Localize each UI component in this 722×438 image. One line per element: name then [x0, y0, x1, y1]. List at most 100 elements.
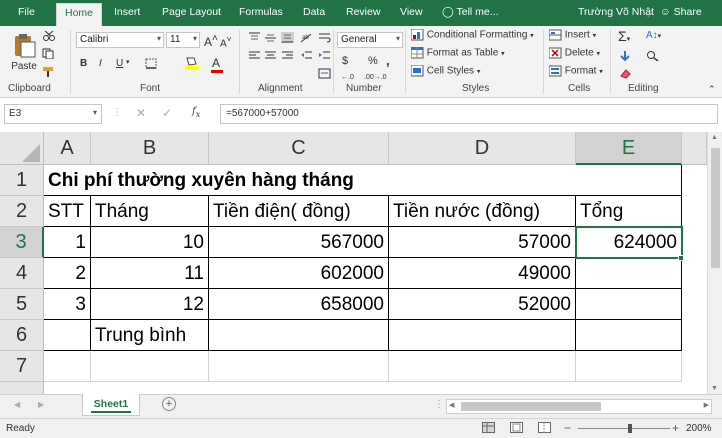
scroll-up-icon[interactable]: ▲	[711, 134, 718, 141]
increase-decimal-button[interactable]: ←.0	[341, 74, 354, 81]
font-name-select[interactable]: Calibri ▾	[76, 32, 164, 48]
underline-button[interactable]: U	[116, 58, 123, 69]
vertical-scrollbar[interactable]: ▲ ▼	[707, 132, 722, 394]
cell-c6[interactable]	[209, 320, 389, 351]
prev-sheet-icon[interactable]: ◀	[14, 400, 20, 409]
tell-me-box[interactable]: ◯ Tell me...	[442, 6, 499, 18]
cell-c7[interactable]	[209, 351, 389, 382]
chevron-down-icon[interactable]: ▾	[126, 58, 130, 66]
align-right-icon[interactable]	[281, 50, 294, 61]
zoom-in-icon[interactable]: +	[672, 421, 679, 435]
merge-center-icon[interactable]	[318, 68, 331, 79]
tab-view[interactable]: View	[400, 6, 423, 18]
zoom-slider-track[interactable]	[578, 428, 670, 429]
tab-formulas[interactable]: Formulas	[239, 6, 283, 18]
vertical-scroll-thumb[interactable]	[711, 148, 720, 268]
copy-icon[interactable]	[42, 48, 55, 59]
row-header-8[interactable]	[0, 382, 44, 394]
insert-cells-button[interactable]: Insert ▾	[549, 29, 596, 41]
cell-b4[interactable]: 11	[91, 258, 209, 289]
select-all-corner[interactable]	[0, 132, 44, 165]
cell-b7[interactable]	[91, 351, 209, 382]
collapse-ribbon-icon[interactable]: ⌃	[708, 84, 716, 95]
cell-d5[interactable]: 52000	[389, 289, 576, 320]
font-size-select[interactable]: 11 ▾	[166, 32, 200, 48]
cell-d3[interactable]: 57000	[389, 227, 576, 258]
paste-button[interactable]: Paste	[8, 32, 40, 72]
scroll-left-icon[interactable]: ◀	[449, 401, 454, 409]
format-as-table-button[interactable]: Format as Table ▾	[411, 47, 505, 59]
cell-b2[interactable]: Tháng	[91, 196, 209, 227]
number-format-select[interactable]: General ▾	[337, 32, 403, 48]
cell-b6[interactable]: Trung bình	[91, 320, 209, 351]
find-select-icon[interactable]	[646, 50, 659, 61]
cell-e6[interactable]	[576, 320, 682, 351]
format-cells-button[interactable]: Format ▾	[549, 65, 603, 77]
column-header-c[interactable]: C	[209, 132, 389, 165]
cell-c3[interactable]: 567000	[209, 227, 389, 258]
cell-d2[interactable]: Tiền nước (đồng)	[389, 196, 576, 227]
cell-e4[interactable]	[576, 258, 682, 289]
cell-d7[interactable]	[389, 351, 576, 382]
currency-button[interactable]: $	[342, 55, 348, 67]
row-header-7[interactable]: 7	[0, 351, 44, 382]
cancel-icon[interactable]: ✕	[136, 106, 146, 120]
cell-e5[interactable]	[576, 289, 682, 320]
cell-a4[interactable]: 2	[44, 258, 91, 289]
sheet-tab-sheet1[interactable]: Sheet1	[82, 394, 140, 416]
zoom-out-icon[interactable]: −	[564, 421, 571, 435]
cell-c5[interactable]: 658000	[209, 289, 389, 320]
column-header-a[interactable]: A	[44, 132, 91, 165]
cell-a3[interactable]: 1	[44, 227, 91, 258]
align-middle-icon[interactable]	[264, 32, 277, 43]
page-layout-view-icon[interactable]	[510, 422, 524, 434]
insert-function-icon[interactable]: fx	[192, 106, 200, 119]
clear-icon[interactable]	[619, 68, 632, 79]
row-header-1[interactable]: 1	[0, 165, 44, 196]
cell-a7[interactable]	[44, 351, 91, 382]
row-header-2[interactable]: 2	[0, 196, 44, 227]
cell-e2[interactable]: Tổng	[576, 196, 682, 227]
horizontal-scroll-thumb[interactable]	[461, 402, 601, 411]
row-header-5[interactable]: 5	[0, 289, 44, 320]
decrease-decimal-button[interactable]: .00→.0	[364, 74, 387, 81]
cell-d6[interactable]	[389, 320, 576, 351]
name-box[interactable]: E3 ▾	[4, 104, 102, 124]
cell-styles-button[interactable]: Cell Styles ▾	[411, 65, 480, 77]
share-button[interactable]: ☺ Share	[660, 6, 702, 18]
conditional-formatting-button[interactable]: Conditional Formatting ▾	[411, 29, 534, 41]
autosum-icon[interactable]: Σ▾	[618, 28, 630, 44]
column-header-e[interactable]: E	[576, 132, 682, 165]
column-header-d[interactable]: D	[389, 132, 576, 165]
cell-a2[interactable]: STT	[44, 196, 91, 227]
borders-icon[interactable]	[145, 58, 158, 69]
cell-e3-active[interactable]: 624000	[575, 226, 683, 259]
tab-page-layout[interactable]: Page Layout	[162, 6, 221, 18]
decrease-indent-icon[interactable]	[300, 50, 313, 61]
normal-view-icon[interactable]	[482, 422, 496, 434]
cell-a6[interactable]	[44, 320, 91, 351]
page-break-view-icon[interactable]	[538, 422, 552, 434]
scroll-right-icon[interactable]: ▶	[704, 401, 709, 409]
align-left-icon[interactable]	[248, 50, 261, 61]
cell-a1-title[interactable]: Chi phí thường xuyên hàng tháng	[44, 165, 682, 196]
formula-input[interactable]: =567000+57000	[220, 104, 718, 124]
tab-data[interactable]: Data	[303, 6, 325, 18]
tab-review[interactable]: Review	[346, 6, 380, 18]
orientation-icon[interactable]: ab	[300, 32, 313, 43]
cell-b3[interactable]: 10	[91, 227, 209, 258]
cell-a5[interactable]: 3	[44, 289, 91, 320]
grow-font-button[interactable]: A˄	[204, 33, 218, 49]
wrap-text-icon[interactable]	[318, 32, 331, 43]
scroll-down-icon[interactable]: ▼	[711, 385, 718, 392]
comma-style-button[interactable]: ,	[386, 53, 390, 68]
font-color-button[interactable]: A	[211, 56, 223, 73]
tab-insert[interactable]: Insert	[114, 6, 140, 18]
column-header-f[interactable]	[682, 132, 707, 165]
user-name[interactable]: Trường Võ Nhật	[578, 6, 654, 18]
bold-button[interactable]: B	[80, 58, 87, 69]
column-header-b[interactable]: B	[91, 132, 209, 165]
align-top-icon[interactable]	[248, 32, 261, 43]
add-sheet-icon[interactable]: +	[162, 397, 176, 411]
cell-e7[interactable]	[576, 351, 682, 382]
